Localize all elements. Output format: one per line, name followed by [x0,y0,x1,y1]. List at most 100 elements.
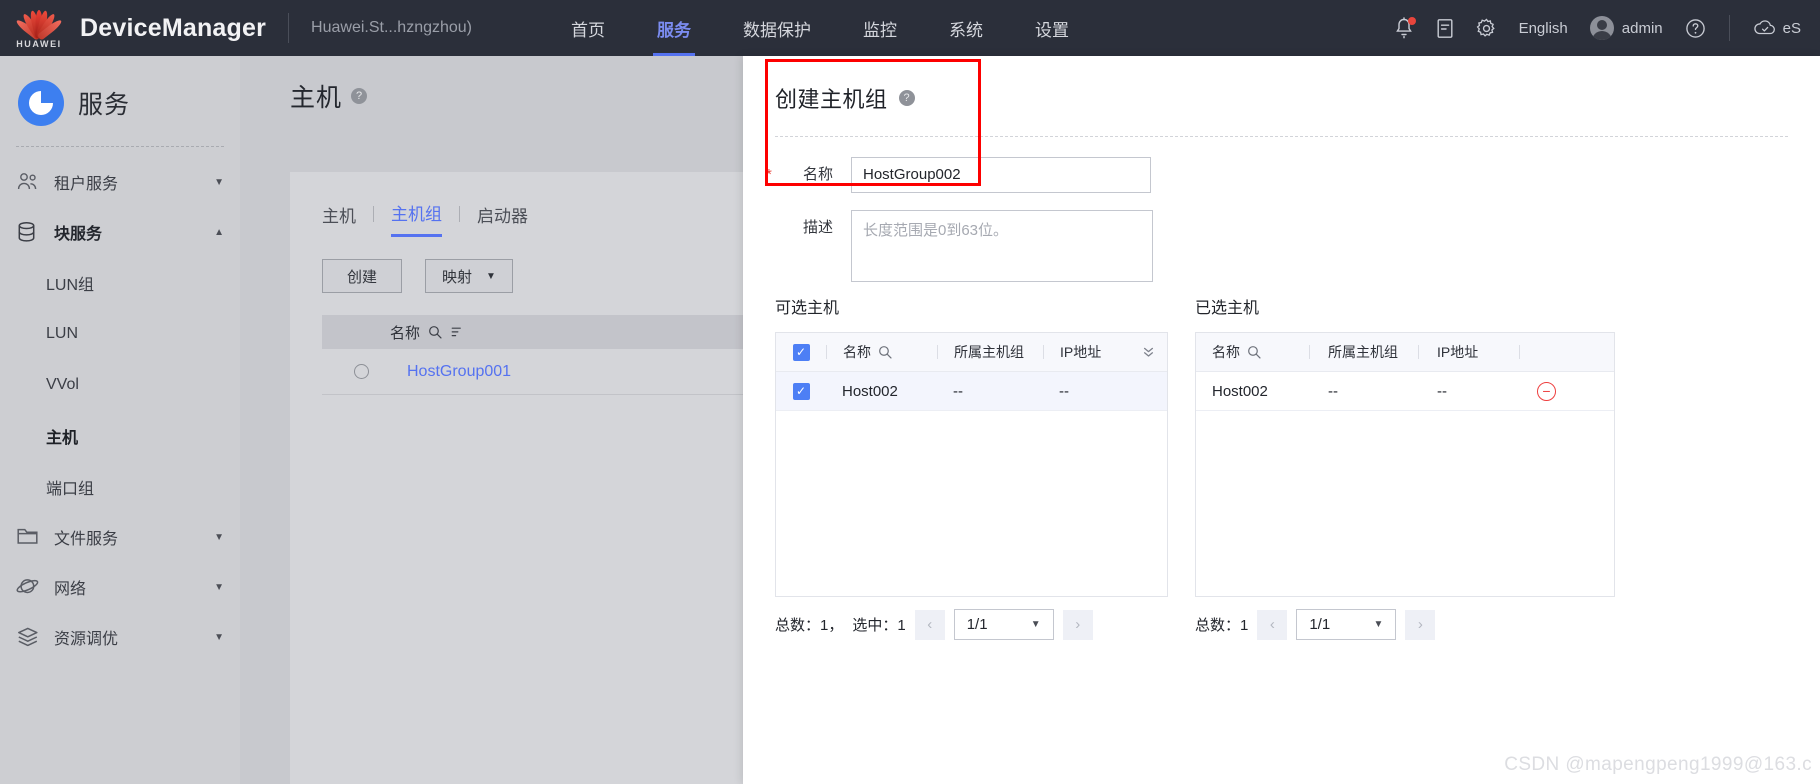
sidebar-item-lun[interactable]: LUN [0,308,240,359]
top-right-actions: English admin eS [1383,0,1820,56]
prev-page-button[interactable]: ‹ [914,609,945,640]
chevron-down-icon: ▼ [1373,619,1384,630]
cell-ip: -- [1437,382,1447,400]
available-hosts-title: 可选主机 [775,300,840,317]
nav-item-system[interactable]: 系统 [923,0,1009,56]
sidebar-item-label: 网络 [54,581,87,598]
nav-item-data-protection[interactable]: 数据保护 [717,0,837,56]
sidebar-item-vvol[interactable]: VVol [0,359,240,410]
language-selector[interactable]: English [1519,20,1568,37]
select-all-checkbox[interactable]: ✓ [792,343,810,361]
total-label: 总数：1， [775,617,844,634]
main-nav: 首页 服务 数据保护 监控 系统 设置 [545,0,1095,56]
user-name: admin [1621,19,1663,37]
nav-item-services[interactable]: 服务 [631,0,717,56]
avatar [1589,16,1614,40]
tab-divider [373,206,374,222]
nav-item-home[interactable]: 首页 [545,0,631,56]
cell-ip: -- [1059,382,1069,400]
chevron-down-icon[interactable]: ▼ [214,532,224,543]
chevron-down-icon[interactable]: ▼ [214,177,224,188]
sidebar-item-block-services[interactable]: 块服务 ▲ [0,207,240,257]
sidebar-item-lun-group[interactable]: LUN组 [0,257,240,308]
column-settings-icon[interactable] [1142,345,1155,359]
create-button[interactable]: 创建 [322,259,402,293]
column-header-name: 名称 [390,324,421,342]
mapping-button[interactable]: 映射 ▼ [425,259,513,293]
sidebar-item-label: 块服务 [54,226,103,243]
sidebar-item-port-group[interactable]: 端口组 [0,461,240,512]
search-icon[interactable] [878,345,892,359]
cloud-status[interactable]: eS [1753,18,1801,38]
tab-host[interactable]: 主机 [322,202,356,236]
hostgroup-name-link[interactable]: HostGroup001 [407,363,511,381]
cell-hostgroup: -- [1328,382,1338,400]
sidebar-item-file-services[interactable]: 文件服务 ▼ [0,512,240,562]
selected-hosts-title: 已选主机 [1195,300,1260,317]
selected-pager: 总数：1 ‹ 1/1 ▼ › [1195,609,1615,640]
user-menu[interactable]: admin [1589,16,1663,40]
column-header-name: 名称 [1212,344,1240,360]
sidebar-item-label: 租户服务 [54,176,119,193]
database-icon [16,221,42,243]
help-circle-icon[interactable] [1685,18,1706,39]
title-divider [288,13,290,43]
description-field-label: 描述 [802,219,833,236]
required-asterisk: * [766,166,772,183]
search-icon[interactable] [428,325,442,339]
nav-item-settings[interactable]: 设置 [1009,0,1095,56]
name-field-label: * 名称 [766,157,833,193]
document-icon[interactable] [1436,18,1454,39]
prev-page-button[interactable]: ‹ [1257,609,1288,640]
top-right-divider [1728,15,1730,41]
folder-icon [16,526,42,548]
sidebar: 服务 租户服务 ▼ 块服务 ▲ LUN组 LUN VVol 主机 端口组 文件服… [0,56,240,784]
tab-initiator[interactable]: 启动器 [477,202,528,236]
next-page-button[interactable]: › [1405,609,1436,640]
huawei-wordmark: HUAWEI [16,38,62,49]
bell-icon[interactable] [1394,17,1416,39]
name-field-row: * 名称 HostGroup002 [743,157,1820,193]
row-checkbox[interactable]: ✓ [792,382,810,400]
name-input[interactable]: HostGroup002 [851,157,1151,193]
column-header-hostgroup: 所属主机组 [1328,344,1398,360]
remove-circle-icon[interactable]: − [1537,381,1556,401]
help-badge-icon[interactable]: ? [351,88,368,104]
search-icon[interactable] [1247,345,1261,359]
chevron-down-icon: ▼ [486,270,496,282]
sidebar-divider [16,146,224,147]
available-hosts-panel: 可选主机 ✓ 名称 所属主机组 IP地址 ✓ Host002 -- -- 总数：… [775,294,1168,640]
mapping-button-label: 映射 [442,268,473,286]
sidebar-item-network[interactable]: 网络 ▼ [0,562,240,612]
dialog-header: 创建主机组 ? [743,56,1820,114]
column-header-hostgroup: 所属主机组 [954,344,1024,360]
next-page-button[interactable]: › [1062,609,1093,640]
layers-icon [16,626,42,648]
sort-icon[interactable] [450,325,464,339]
description-input[interactable]: 长度范围是0到63位。 [851,210,1153,282]
globe-icon [16,576,42,598]
page-select[interactable]: 1/1 ▼ [1296,609,1397,640]
cell-hostgroup: -- [953,382,963,400]
notification-dot [1407,17,1416,25]
tab-divider [459,206,460,222]
chevron-down-icon[interactable]: ▼ [214,632,224,643]
sidebar-item-tenant-services[interactable]: 租户服务 ▼ [0,157,240,207]
gear-icon[interactable] [1476,18,1497,39]
page-title: 主机 [290,84,343,112]
table-row[interactable]: ✓ Host002 -- -- [776,372,1167,411]
page-select[interactable]: 1/1 ▼ [953,609,1054,640]
chevron-down-icon[interactable]: ▼ [214,582,224,593]
chevron-up-icon[interactable]: ▲ [214,227,224,238]
row-radio[interactable] [354,364,369,379]
selected-label: 选中：1 [852,617,906,634]
tab-hostgroup[interactable]: 主机组 [391,200,442,237]
huawei-fan-icon [13,8,65,41]
table-row[interactable]: Host002 -- -- − [1196,372,1614,411]
create-hostgroup-dialog: 创建主机组 ? * 名称 HostGroup002 描述 长度范围是0到63位。… [743,56,1820,784]
app-title: DeviceManager [80,13,267,42]
sidebar-item-resource-tuning[interactable]: 资源调优 ▼ [0,612,240,662]
nav-item-monitoring[interactable]: 监控 [837,0,923,56]
sidebar-item-host[interactable]: 主机 [0,410,240,461]
help-badge-icon[interactable]: ? [898,90,915,106]
